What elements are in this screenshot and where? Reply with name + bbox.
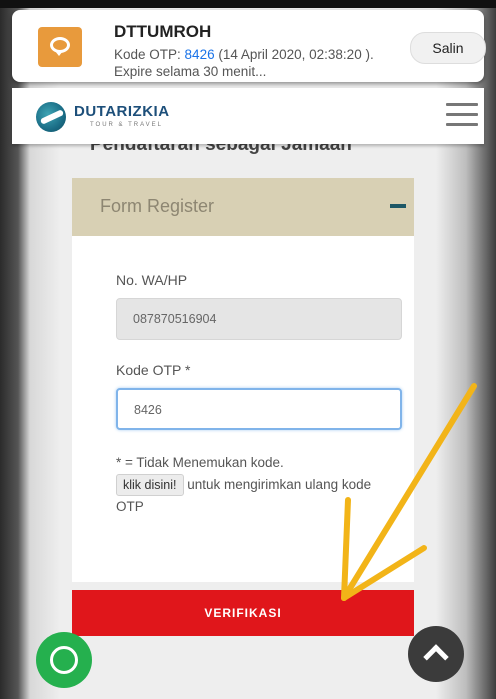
whatsapp-icon[interactable]	[36, 632, 92, 688]
annotation-arrow	[341, 383, 477, 601]
chevron-up-icon[interactable]	[408, 626, 464, 682]
